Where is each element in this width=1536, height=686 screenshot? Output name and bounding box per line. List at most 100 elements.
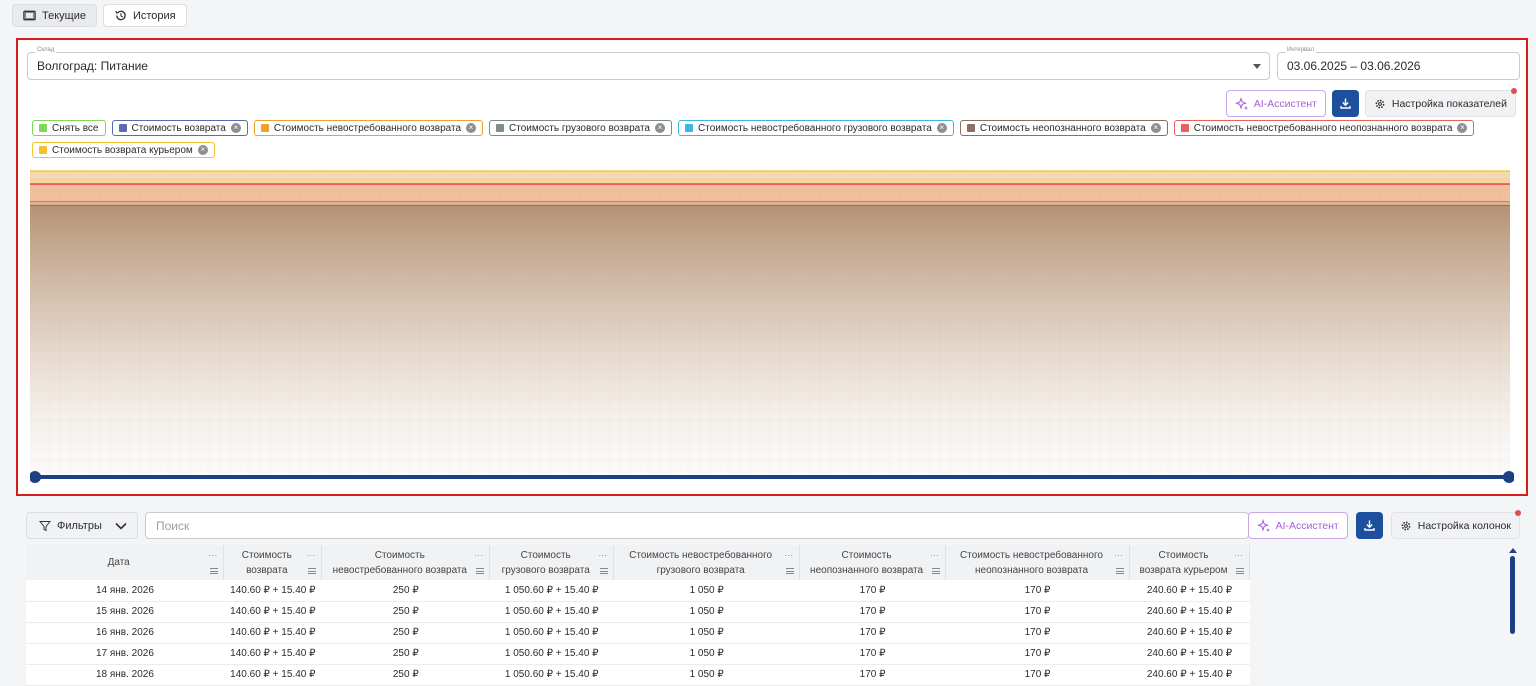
column-header[interactable]: Дата ··· [26,545,225,580]
remove-icon[interactable]: × [466,123,477,133]
history-icon [115,10,126,21]
remove-icon[interactable]: × [230,123,241,133]
legend-chip[interactable]: Стоимость неопознанного возврата × [959,120,1168,136]
table-cell: 17 янв. 2026 [26,643,224,665]
area-series-band [30,184,1510,202]
view-tabs: Текущие История [12,4,187,27]
table-actions: AI-Ассистент Настройка колонок [1247,510,1521,539]
interval-field-value: 03.06.2025 – 03.06.2026 [1287,59,1421,73]
column-more-icon[interactable]: ··· [1234,548,1243,563]
warehouse-select[interactable]: Склад Волгоград: Питание [27,47,1270,80]
column-settings-button[interactable]: Настройка колонок [1390,510,1521,539]
column-header[interactable]: Стоимость возврата ··· [223,545,323,580]
table-download-button[interactable] [1355,512,1383,539]
tab-current-label: Текущие [42,9,86,22]
chevron-down-icon [115,522,127,530]
legend-chip[interactable]: Стоимость невостребованного возврата × [253,120,484,136]
table-row[interactable]: 17 янв. 2026 140.60 ₽ + 15.40 ₽250 ₽1 050… [26,643,1250,665]
table-cell: 250 ₽ [321,580,490,602]
column-header[interactable]: Стоимость неопознанного возврата ··· [799,545,947,580]
table-cell: 1 050 ₽ [613,643,800,665]
column-menu-icon[interactable] [308,568,317,574]
clear-all-chip[interactable]: Снять все [32,120,106,136]
table-cell: 240.60 ₽ + 15.40 ₽ [1129,580,1250,602]
interval-field[interactable]: Интервал 03.06.2025 – 03.06.2026 [1277,47,1520,80]
legend-chip[interactable]: Стоимость возврата × [111,120,248,136]
column-more-icon[interactable]: ··· [784,548,793,563]
legend-chip[interactable]: Стоимость грузового возврата × [489,120,672,136]
column-more-icon[interactable]: ··· [598,548,607,563]
download-icon [1364,520,1375,531]
table-cell: 1 050.60 ₽ + 15.40 ₽ [489,580,614,602]
scrollbar-thumb[interactable] [1510,556,1515,634]
column-header-label: Стоимость [520,549,571,561]
legend-chip[interactable]: Стоимость невостребованного неопознанног… [1173,120,1475,136]
column-menu-icon[interactable] [786,568,795,574]
column-header[interactable]: Стоимость невостребованного неопознанного… [945,545,1130,580]
filters-button[interactable]: Фильтры [26,512,138,539]
column-menu-icon[interactable] [1236,568,1244,574]
table-cell: 250 ₽ [321,601,490,623]
remove-icon[interactable]: × [1150,123,1161,133]
column-menu-icon[interactable] [476,568,485,574]
chart-actions: AI-Ассистент Настройка показателей [1225,88,1517,117]
search-input[interactable] [145,512,1249,539]
legend-chip[interactable]: Стоимость возврата курьером × [32,142,215,158]
table-cell: 170 ₽ [945,622,1130,644]
column-more-icon[interactable]: ··· [208,548,217,563]
legend-swatch [39,124,47,132]
table-row[interactable]: 15 янв. 2026 140.60 ₽ + 15.40 ₽250 ₽1 050… [26,601,1250,623]
filter-icon [39,520,51,531]
column-more-icon[interactable]: ··· [1114,548,1123,563]
remove-icon[interactable]: × [197,145,208,155]
range-slider-start-handle[interactable] [30,471,41,483]
area-chart [30,170,1510,474]
download-icon [1340,98,1351,109]
indicator-settings-button[interactable]: Настройка показателей [1364,88,1517,117]
legend-chip[interactable]: Стоимость невостребованного грузового во… [678,120,954,136]
legend-swatch [496,124,505,132]
data-table: Дата ··· Стоимость возврата ··· Стоимость нево… [26,545,1251,686]
gear-icon [1375,99,1385,108]
column-header[interactable]: Стоимость невостребованного грузового воз… [613,545,801,580]
scroll-up-arrow-icon[interactable] [1509,548,1517,553]
column-menu-icon[interactable] [600,568,609,574]
table-cell: 140.60 ₽ + 15.40 ₽ [223,580,322,602]
range-slider-end-handle[interactable] [1503,471,1514,483]
column-header[interactable]: Стоимость грузового возврата ··· [489,545,615,580]
download-button[interactable] [1331,90,1359,117]
column-menu-icon[interactable] [1115,568,1124,574]
table-row[interactable]: 16 янв. 2026 140.60 ₽ + 15.40 ₽250 ₽1 050… [26,622,1250,644]
warehouse-select-value: Волгоград: Питание [37,59,148,73]
table-cell: 15 янв. 2026 [26,601,224,623]
ai-assistant-button[interactable]: AI-Ассистент [1225,90,1326,117]
range-slider[interactable] [30,470,1514,484]
window-icon [23,10,36,21]
table-cell: 170 ₽ [799,643,946,665]
column-more-icon[interactable]: ··· [474,548,483,563]
table-body: 14 янв. 2026 140.60 ₽ + 15.40 ₽250 ₽1 050… [26,580,1250,686]
column-header[interactable]: Стоимость возврата курьером ··· [1129,545,1251,580]
table-row[interactable]: 14 янв. 2026 140.60 ₽ + 15.40 ₽250 ₽1 050… [26,580,1250,602]
chart-panel: Склад Волгоград: Питание Интервал 03.06.… [16,38,1528,496]
table-ai-assistant-button[interactable]: AI-Ассистент [1247,512,1348,539]
remove-icon[interactable]: × [936,123,947,133]
tab-history[interactable]: История [102,4,187,27]
column-header[interactable]: Стоимость невостребованного возврата ··· [321,545,491,580]
column-menu-icon[interactable] [210,568,219,574]
column-menu-icon[interactable] [932,568,941,574]
column-more-icon[interactable]: ··· [306,548,315,563]
remove-icon[interactable]: × [1457,123,1468,133]
tab-current[interactable]: Текущие [12,4,97,27]
column-more-icon[interactable]: ··· [930,548,939,563]
chevron-down-icon [1253,64,1261,69]
table-cell: 250 ₽ [321,643,490,665]
notification-dot [1511,88,1517,94]
tab-history-label: История [132,9,176,22]
column-header-label: возврата [246,564,288,576]
column-header-label: Стоимость [841,549,892,561]
interval-field-label: Интервал [1285,47,1316,53]
column-header-label: грузового возврата [656,564,745,576]
legend-label: Стоимость возврата курьером [52,144,193,156]
remove-icon[interactable]: × [655,123,665,133]
